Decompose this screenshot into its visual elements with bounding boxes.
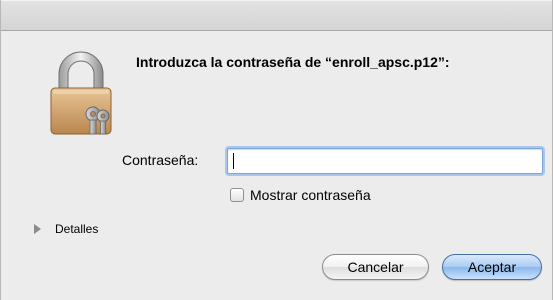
text-caret <box>233 153 234 169</box>
disclosure-triangle-icon[interactable] <box>34 224 41 234</box>
show-password-row[interactable]: Mostrar contraseña <box>230 186 371 204</box>
password-dialog: Introduzca la contraseña de “enroll_apsc… <box>0 0 553 300</box>
details-disclosure[interactable]: Detalles <box>34 222 98 236</box>
details-label[interactable]: Detalles <box>55 222 98 236</box>
password-label: Contraseña: <box>122 152 199 168</box>
show-password-checkbox[interactable] <box>230 188 244 202</box>
cancel-button[interactable]: Cancelar <box>322 254 429 280</box>
password-input[interactable] <box>227 148 543 174</box>
show-password-label[interactable]: Mostrar contraseña <box>250 187 371 203</box>
accept-button[interactable]: Aceptar <box>442 254 542 280</box>
title-bar[interactable] <box>1 0 552 31</box>
padlock-icon <box>50 51 112 135</box>
dialog-prompt: Introduzca la contraseña de “enroll_apsc… <box>136 54 450 70</box>
